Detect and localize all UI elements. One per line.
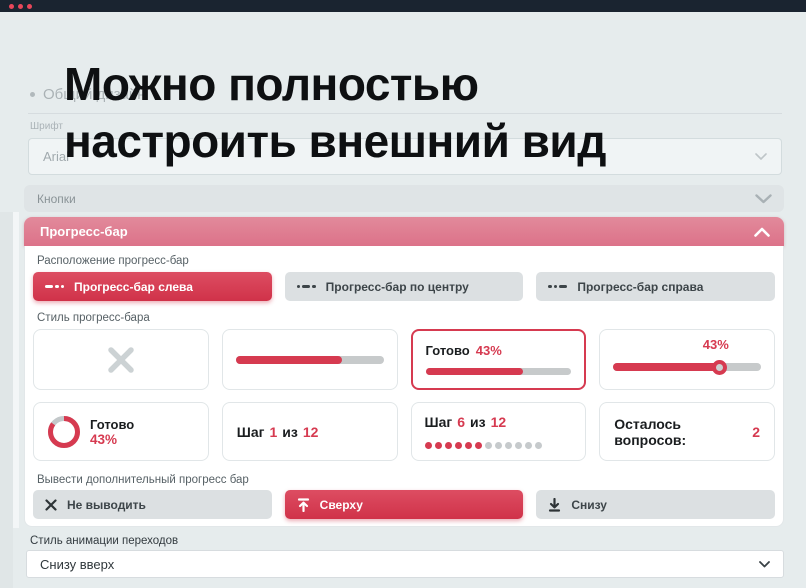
progressbar-settings-panel: Расположение прогресс-бар Прогресс-бар с…: [24, 246, 784, 527]
arrow-up-from-bar-icon: [297, 498, 310, 512]
animation-style-select[interactable]: Снизу вверх: [26, 550, 784, 578]
placement-options: Прогресс-бар слева Прогресс-бар по центр…: [33, 272, 775, 301]
font-field-label: Шрифт: [30, 121, 63, 132]
style-card-steps[interactable]: Шаг 1 из 12: [222, 402, 398, 461]
placement-center-button[interactable]: Прогресс-бар по центру: [285, 272, 524, 301]
extra-bar-bottom-button[interactable]: Снизу: [536, 490, 775, 519]
progress-bar: [426, 368, 572, 375]
progress-bar: [236, 356, 384, 364]
placement-left-label: Прогресс-бар слева: [74, 280, 193, 294]
extra-bar-options: Не выводить Сверху Снизу: [33, 490, 775, 519]
percent-value: 43%: [476, 343, 502, 358]
placement-right-label: Прогресс-бар справа: [577, 280, 703, 294]
chevron-up-icon: [754, 227, 770, 237]
style-card-remaining[interactable]: Осталось вопросов: 2: [599, 402, 775, 461]
percent-value: 43%: [703, 337, 729, 352]
step-total: 12: [303, 424, 319, 440]
animation-style-value: Снизу вверх: [40, 557, 114, 572]
window-dot-icon: [18, 4, 23, 9]
page-left-sliver: [13, 212, 19, 528]
progress-ring-icon: [47, 415, 81, 449]
step-dots: [425, 442, 542, 449]
done-label: Готово: [426, 343, 470, 358]
extra-bar-none-button[interactable]: Не выводить: [33, 490, 272, 519]
style-cards: Готово43% 43% Готов: [33, 329, 775, 461]
placement-left-button[interactable]: Прогресс-бар слева: [33, 272, 272, 301]
settings-page: Общий дизайн Шрифт Arial Можно полностью…: [0, 0, 806, 588]
accordion-buttons[interactable]: Кнопки: [24, 185, 784, 212]
align-left-icon: [45, 285, 64, 289]
extra-bar-top-button[interactable]: Сверху: [285, 490, 524, 519]
remaining-label: Осталось вопросов:: [614, 416, 747, 448]
accordion-buttons-label: Кнопки: [37, 192, 76, 206]
style-card-slider[interactable]: 43%: [599, 329, 775, 390]
style-card-none[interactable]: [33, 329, 209, 390]
placement-label: Расположение прогресс-бар: [37, 255, 189, 267]
chevron-down-icon: [755, 153, 767, 160]
step-of-label: из: [470, 414, 486, 430]
step-current: 1: [269, 424, 277, 440]
placement-right-button[interactable]: Прогресс-бар справа: [536, 272, 775, 301]
x-icon: [45, 499, 57, 511]
style-card-ring[interactable]: Готово 43%: [33, 402, 209, 461]
style-card-plain-bar[interactable]: [222, 329, 398, 390]
style-label: Стиль прогресс-бара: [37, 312, 150, 324]
animation-style-label: Стиль анимации переходов: [30, 535, 178, 547]
extra-bar-top-label: Сверху: [320, 498, 363, 512]
align-center-icon: [297, 285, 316, 289]
accordion-progressbar-label: Прогресс-бар: [40, 224, 128, 239]
progress-slider: [613, 363, 761, 371]
slider-handle[interactable]: [712, 360, 727, 375]
step-of-label: из: [282, 424, 298, 440]
page-left-band: [0, 212, 13, 588]
x-icon: [106, 345, 136, 375]
style-card-labeled-bar[interactable]: Готово 43%: [411, 329, 587, 390]
chevron-down-icon: [755, 194, 772, 204]
bullet-icon: [30, 92, 35, 97]
page-title: Можно полностью настроить внешний вид: [64, 56, 606, 170]
arrow-down-to-bar-icon: [548, 498, 561, 512]
chevron-down-icon: [759, 561, 770, 568]
step-current: 6: [457, 414, 465, 430]
window-dot-icon: [9, 4, 14, 9]
percent-value: 43%: [90, 432, 134, 447]
extra-bar-bottom-label: Снизу: [571, 498, 607, 512]
align-right-icon: [548, 285, 567, 289]
style-card-steps-dots[interactable]: Шаг 6 из 12: [411, 402, 587, 461]
window-dot-icon: [27, 4, 32, 9]
step-total: 12: [491, 414, 507, 430]
extra-bar-none-label: Не выводить: [67, 498, 146, 512]
extra-bar-label: Вывести дополнительный прогресс бар: [37, 474, 249, 486]
step-label: Шаг: [237, 424, 265, 440]
remaining-value: 2: [752, 424, 760, 440]
window-titlebar: [0, 0, 806, 12]
done-label: Готово: [90, 417, 134, 432]
placement-center-label: Прогресс-бар по центру: [326, 280, 469, 294]
accordion-progressbar-header[interactable]: Прогресс-бар: [24, 217, 784, 246]
step-label: Шаг: [425, 414, 453, 430]
